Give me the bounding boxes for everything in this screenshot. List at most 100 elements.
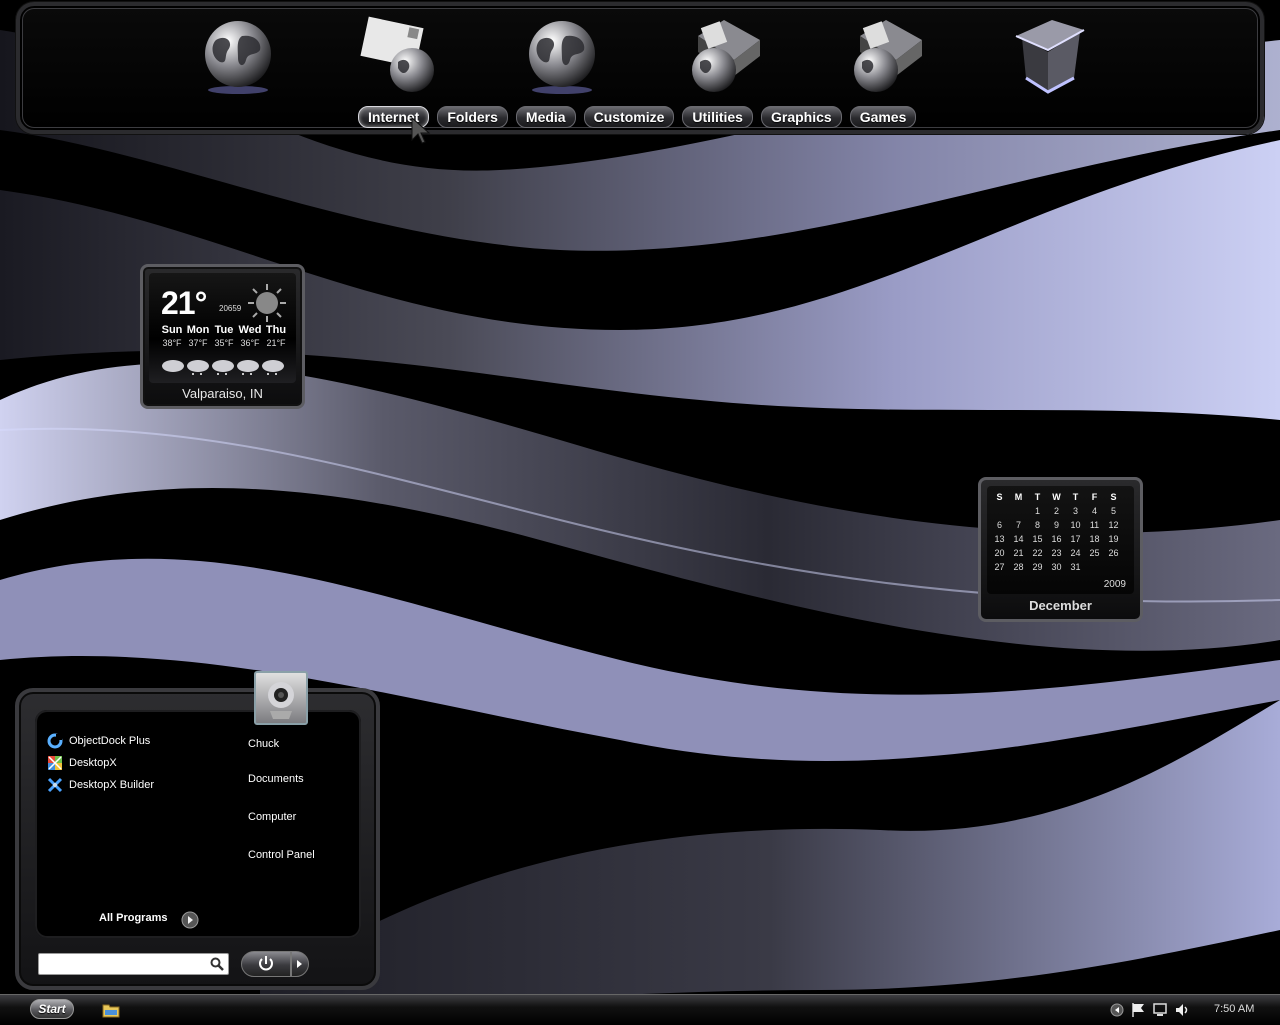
- folder-globe-icon[interactable]: [846, 16, 926, 96]
- program-label: DesktopX: [69, 757, 117, 769]
- action-center-flag-icon[interactable]: [1130, 1002, 1146, 1018]
- calendar-day: [990, 504, 1009, 518]
- calendar-day[interactable]: 2: [1047, 504, 1066, 518]
- calendar-day[interactable]: 17: [1066, 532, 1085, 546]
- calendar-day[interactable]: 6: [990, 518, 1009, 532]
- program-desktopx-builder[interactable]: DesktopX Builder: [47, 774, 154, 796]
- all-programs-arrow-icon[interactable]: [181, 911, 199, 929]
- calendar-weekday: T: [1072, 492, 1079, 502]
- globe-icon[interactable]: [522, 16, 602, 96]
- link-control-panel[interactable]: Control Panel: [248, 849, 315, 861]
- mail-globe-icon[interactable]: [360, 16, 440, 96]
- calendar-day[interactable]: 14: [1009, 532, 1028, 546]
- link-computer[interactable]: Computer: [248, 811, 296, 823]
- calendar-day[interactable]: 22: [1028, 546, 1047, 560]
- program-label: ObjectDock Plus: [69, 735, 151, 747]
- calendar-day[interactable]: 12: [1104, 518, 1123, 532]
- forecast-day: Tue 35°F: [211, 324, 237, 348]
- folder-icon[interactable]: [102, 1002, 120, 1018]
- calendar-weekday: W: [1052, 492, 1061, 502]
- dock-tab-graphics[interactable]: Graphics: [760, 106, 842, 128]
- calendar-weekday: S: [996, 492, 1003, 502]
- pinned-programs: ObjectDock Plus DesktopX DesktopX Builde…: [47, 730, 154, 796]
- forecast-day-temp: 36°F: [240, 338, 260, 348]
- calendar-day[interactable]: 26: [1104, 546, 1123, 560]
- forecast-day: Thu 21°F: [263, 324, 289, 348]
- program-objectdock-plus[interactable]: ObjectDock Plus: [47, 730, 154, 752]
- calendar-day[interactable]: 27: [990, 560, 1009, 574]
- calendar-weekday: M: [1014, 492, 1023, 502]
- forecast-day-name: Mon: [186, 324, 210, 336]
- calendar-day[interactable]: 20: [990, 546, 1009, 560]
- forecast-day-name: Wed: [238, 324, 262, 336]
- calendar-day: [1085, 560, 1104, 574]
- dock-tab-folders[interactable]: Folders: [437, 106, 508, 128]
- forecast-day-name: Tue: [214, 324, 234, 336]
- all-programs-button[interactable]: All Programs: [99, 912, 167, 924]
- show-hidden-icons-icon[interactable]: [1110, 1003, 1124, 1017]
- desktopx-icon: [48, 756, 62, 770]
- forecast-day-temp: 38°F: [162, 338, 182, 348]
- calendar-day[interactable]: 23: [1047, 546, 1066, 560]
- calendar-day[interactable]: 7: [1009, 518, 1028, 532]
- forecast-day-temp: 21°F: [266, 338, 286, 348]
- calendar-day[interactable]: 1: [1028, 504, 1047, 518]
- dock-tab-games[interactable]: Games: [849, 106, 917, 128]
- dock-tab-utilities[interactable]: Utilities: [682, 106, 753, 128]
- calendar-day[interactable]: 24: [1066, 546, 1085, 560]
- calendar-grid: S M T W T F S 1 2 3 4 5 6 7 8 9 10 11 12 13 14 15 16 17 18 19 20 21…: [990, 490, 1123, 574]
- calendar-day[interactable]: 18: [1085, 532, 1104, 546]
- dock-tabs: Internet Folders Media Customize Utilities Gr…: [358, 106, 917, 128]
- calendar-day[interactable]: 31: [1066, 560, 1085, 574]
- calendar-day[interactable]: 30: [1047, 560, 1066, 574]
- weather-city: Valparaiso, IN: [182, 386, 263, 401]
- dock-tab-media[interactable]: Media: [515, 106, 576, 128]
- link-documents[interactable]: Documents: [248, 773, 304, 785]
- globe-icon[interactable]: [198, 16, 278, 96]
- calendar-day[interactable]: 15: [1028, 532, 1047, 546]
- program-desktopx[interactable]: DesktopX: [47, 752, 154, 774]
- start-menu: ObjectDock Plus DesktopX DesktopX Builde…: [15, 671, 380, 990]
- power-button[interactable]: [241, 951, 291, 977]
- weather-temperature: 21°: [161, 285, 207, 321]
- recycle-bin-icon[interactable]: [1008, 16, 1088, 96]
- calendar-day[interactable]: 16: [1047, 532, 1066, 546]
- volume-icon[interactable]: [1174, 1002, 1190, 1018]
- sun-icon: [248, 284, 286, 322]
- calendar-day[interactable]: 25: [1085, 546, 1104, 560]
- search-icon[interactable]: [209, 956, 225, 972]
- user-avatar[interactable]: [254, 671, 308, 725]
- calendar-day[interactable]: 28: [1009, 560, 1028, 574]
- calendar-weekday: S: [1110, 492, 1117, 502]
- calendar-day[interactable]: 13: [990, 532, 1009, 546]
- calendar-week-row: 6 7 8 9 10 11 12: [990, 518, 1123, 532]
- objectdock-icon: [47, 733, 63, 749]
- power-options-button[interactable]: [291, 951, 309, 977]
- calendar-day[interactable]: 10: [1066, 518, 1085, 532]
- forecast-day: Mon 37°F: [185, 324, 211, 348]
- calendar-day[interactable]: 3: [1066, 504, 1085, 518]
- weather-widget[interactable]: 21° 20659 Sun 38°F Mon 37°F Tue 35°F Wed 36°F Th…: [140, 264, 305, 409]
- forecast-day-temp: 37°F: [188, 338, 208, 348]
- calendar-day[interactable]: 19: [1104, 532, 1123, 546]
- calendar-week-row: 13 14 15 16 17 18 19: [990, 532, 1123, 546]
- folder-globe-icon[interactable]: [684, 16, 764, 96]
- calendar-day[interactable]: 29: [1028, 560, 1047, 574]
- calendar-day[interactable]: 21: [1009, 546, 1028, 560]
- start-search-input[interactable]: [38, 953, 229, 975]
- forecast-day: Sun 38°F: [159, 324, 185, 348]
- link-user[interactable]: Chuck: [248, 738, 279, 750]
- network-icon[interactable]: [1152, 1002, 1168, 1018]
- calendar-weekday: F: [1091, 492, 1098, 502]
- start-button[interactable]: Start: [30, 999, 74, 1019]
- calendar-day[interactable]: 8: [1028, 518, 1047, 532]
- clock[interactable]: 7:50 AM: [1214, 1003, 1254, 1015]
- calendar-day[interactable]: 9: [1047, 518, 1066, 532]
- calendar-widget[interactable]: S M T W T F S 1 2 3 4 5 6 7 8 9 10 11 12 13 14 15 16 17 18 19 20 21…: [978, 477, 1143, 622]
- dock-tab-customize[interactable]: Customize: [583, 106, 675, 128]
- calendar-day[interactable]: 11: [1085, 518, 1104, 532]
- forecast-day-name: Sun: [161, 324, 183, 336]
- program-label: DesktopX Builder: [69, 779, 154, 791]
- calendar-day[interactable]: 5: [1104, 504, 1123, 518]
- calendar-day[interactable]: 4: [1085, 504, 1104, 518]
